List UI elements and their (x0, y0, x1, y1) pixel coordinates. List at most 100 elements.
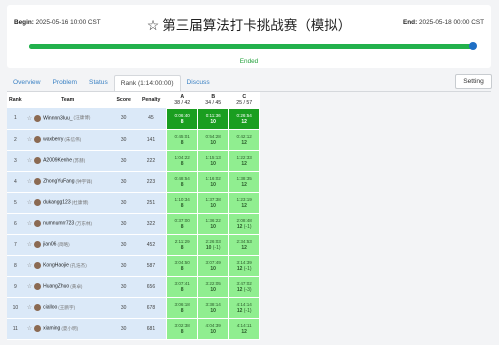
problem-cell[interactable]: 4:14:11 12 (228, 317, 261, 340)
star-icon[interactable]: ☆ (27, 284, 32, 290)
problem-cell[interactable]: 1:36:22 10 (197, 212, 230, 235)
tab-discuss[interactable]: Discuss (181, 75, 216, 91)
penalty-cell: 222 (135, 150, 167, 172)
score-cell: 30 (111, 234, 136, 256)
team-name[interactable]: jian06 (43, 242, 56, 248)
problem-score-value: 12 (241, 160, 247, 167)
star-icon[interactable]: ☆ (27, 326, 32, 332)
star-icon[interactable]: ☆ (27, 116, 32, 122)
tab-rank-1-14-00-00[interactable]: Rank (1:14:00:00) (113, 75, 181, 91)
star-icon[interactable]: ☆ (27, 179, 32, 185)
team-name[interactable]: HuangZhuo (43, 284, 69, 290)
problem-cell[interactable]: 2:26:03 10 (-1) (197, 233, 230, 256)
problem-header-c[interactable]: C 25 / 57 (228, 92, 260, 108)
team-real-name: (杜康博) (71, 199, 89, 205)
problem-score: 8 (169, 161, 195, 167)
problem-score-value: 8 (180, 328, 184, 335)
problem-cell[interactable]: 0:48:54 8 (166, 170, 199, 193)
problem-cell[interactable]: 1:23:19 12 (228, 191, 261, 214)
problem-cell[interactable]: 1:37:38 10 (197, 191, 230, 214)
star-icon[interactable]: ☆ (147, 17, 160, 33)
problem-cell[interactable]: 1:16:02 10 (197, 170, 230, 193)
problem-cell[interactable]: 3:07:41 8 (166, 275, 199, 298)
star-icon[interactable]: ☆ (27, 158, 32, 164)
team-name[interactable]: waxberry (43, 137, 63, 143)
avatar (34, 199, 42, 206)
problem-cell[interactable]: 3:06:18 8 (166, 296, 199, 319)
problem-cell[interactable]: 0:26:54 12 (228, 107, 261, 130)
problem-cell[interactable]: 3:38:14 10 (197, 296, 230, 319)
contest-header: Begin: 2025-05-16 10:00 CST ☆ 第三届算法打卡挑战赛（… (7, 5, 491, 68)
team-cell: ☆ A2009Kenhe(苏赫) (23, 150, 112, 172)
problem-cell[interactable]: 0:45:01 8 (166, 128, 199, 151)
star-icon[interactable]: ☆ (27, 242, 32, 248)
team-name[interactable]: dukangg123 (43, 200, 71, 206)
tab-overview[interactable]: Overview (7, 75, 46, 91)
team-real-name: (孔浩杰) (69, 262, 87, 268)
problem-cell[interactable]: 0:54:28 10 (197, 128, 230, 151)
problem-cell[interactable]: 1:15:13 10 (197, 149, 230, 172)
problem-header-b[interactable]: B 34 / 45 (197, 92, 229, 108)
table-row: 10 ☆ cialloo(王鹏宇) 30 678 3:06:18 8 3:38:14 10 4:1… (7, 296, 261, 319)
star-icon[interactable]: ☆ (27, 263, 32, 269)
avatar (34, 241, 42, 248)
problem-score: 12 (231, 245, 257, 251)
tab-problem[interactable]: Problem (46, 75, 83, 91)
problem-cell[interactable]: 1:04:22 8 (166, 149, 199, 172)
problem-cell[interactable]: 1:22:33 12 (228, 149, 261, 172)
problem-cell[interactable]: 1:38:35 12 (228, 170, 261, 193)
problem-cell[interactable]: 0:42:12 12 (228, 128, 261, 151)
team-name[interactable]: KongHaojie (43, 263, 69, 269)
table-row: 11 ☆ xiaming(夏小明) 30 681 3:02:38 8 4:04:39 10 4:1… (7, 317, 261, 340)
team-name[interactable]: A2009Kenhe (43, 158, 72, 164)
problem-score-value: 10 (210, 286, 216, 293)
problem-stat: 38 / 42 (174, 99, 191, 106)
problem-cell[interactable]: 3:02:38 8 (166, 317, 199, 340)
problem-cell[interactable]: 1:10:34 8 (166, 191, 199, 214)
team-cell: ☆ numnumrr723(万东林) (23, 213, 112, 235)
team-name[interactable]: numnumrr723 (43, 221, 74, 227)
team-cell: ☆ dukangg123(杜康博) (23, 192, 112, 214)
problem-cell[interactable]: 3:04:50 8 (166, 254, 199, 277)
team-cell: ☆ jian06(简略) (23, 234, 112, 256)
penalty-cell: 678 (135, 297, 167, 319)
problem-cell[interactable]: 2:11:29 8 (166, 233, 199, 256)
setting-button[interactable]: Setting (455, 74, 492, 89)
problem-score-value: 8 (180, 286, 184, 293)
contest-progress-bar (29, 42, 477, 50)
team-name[interactable]: ZhongYuFang (43, 179, 74, 185)
problem-score: 10 (200, 287, 226, 293)
problem-cell[interactable]: 3:14:39 12 (-1) (228, 254, 261, 277)
problem-score: 8 (169, 308, 195, 314)
score-cell: 30 (111, 171, 136, 193)
problem-cell[interactable]: 3:07:49 10 (197, 254, 230, 277)
star-icon[interactable]: ☆ (27, 221, 32, 227)
team-real-name: (苏赫) (73, 157, 86, 163)
problem-score-value: 12 (236, 265, 243, 272)
problem-cell[interactable]: 0:06:40 8 (166, 107, 199, 130)
problem-header-a[interactable]: A 38 / 42 (166, 92, 198, 108)
tab-status[interactable]: Status (83, 75, 114, 91)
problem-score-value: 8 (180, 181, 184, 188)
table-row: 5 ☆ dukangg123(杜康博) 30 251 1:10:34 8 1:37:38 10 1… (7, 191, 261, 214)
avatar (34, 283, 42, 290)
star-icon[interactable]: ☆ (27, 305, 32, 311)
problem-cell[interactable]: 3:22:05 10 (197, 275, 230, 298)
problem-score-value: 10 (210, 181, 216, 188)
problem-cell[interactable]: 0:37:00 8 (166, 212, 199, 235)
problem-cell[interactable]: 2:08:48 12 (-1) (228, 212, 261, 235)
team-cell: ☆ Winnnn3Iuu_(汪康博) (23, 108, 112, 130)
team-name[interactable]: cialloo (43, 305, 57, 311)
star-icon[interactable]: ☆ (27, 137, 32, 143)
problem-cell[interactable]: 4:04:39 10 (197, 317, 230, 340)
star-icon[interactable]: ☆ (27, 200, 32, 206)
problem-score-value: 12 (241, 202, 247, 209)
team-name[interactable]: Winnnn3Iuu_ (43, 115, 72, 121)
problem-cell[interactable]: 4:14:14 12 (-1) (228, 296, 261, 319)
rank-cell: 5 (7, 192, 24, 214)
problem-cell[interactable]: 3:47:02 12 (-3) (228, 275, 261, 298)
problem-score-value: 8 (180, 223, 184, 230)
team-name[interactable]: xiaming (43, 326, 60, 332)
problem-cell[interactable]: 0:11:36 10 (197, 107, 230, 130)
problem-cell[interactable]: 2:34:53 12 (228, 233, 261, 256)
